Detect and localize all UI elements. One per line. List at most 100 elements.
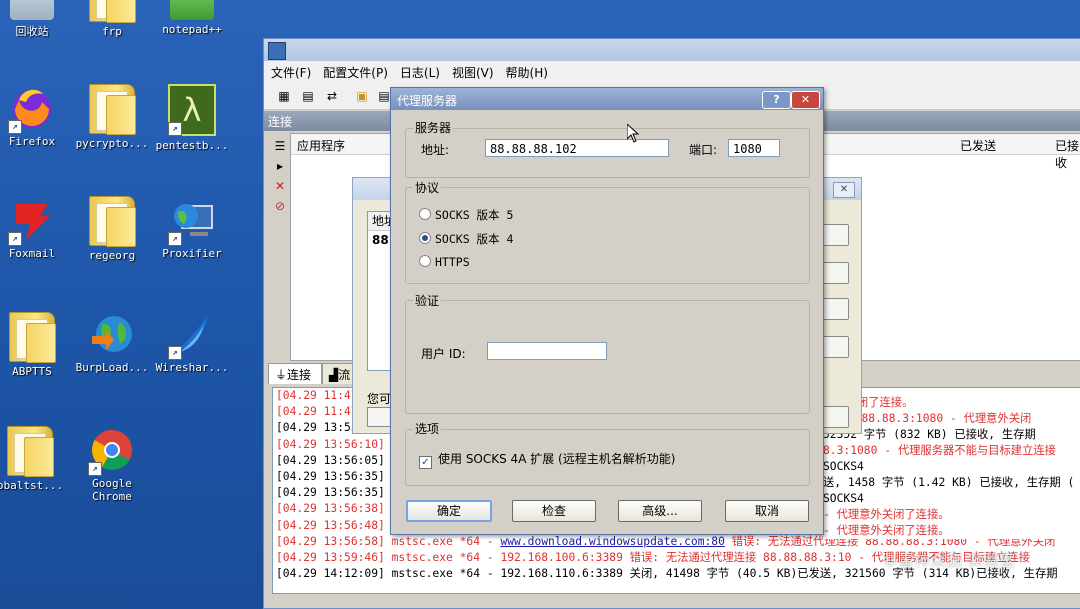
radio-button-icon: [419, 255, 431, 267]
column-header-sent[interactable]: 已发送: [960, 137, 996, 154]
foxmail-icon: ↗: [8, 196, 54, 246]
add-button[interactable]: [821, 224, 849, 246]
log-link[interactable]: www.download.windowsupdate.com:80: [500, 535, 724, 548]
desktop-icon-pycrypto[interactable]: pycrypto...: [72, 84, 152, 150]
radio-https[interactable]: HTTPS: [419, 255, 470, 269]
connection-actions: ☰ ▸ ✕ ⊘: [272, 139, 288, 219]
proxifier-icon: ↗: [168, 196, 214, 246]
desktop-icon-label: obaltst...: [0, 479, 64, 492]
userid-input[interactable]: [487, 342, 607, 360]
menu-log[interactable]: 日志(L): [393, 61, 445, 81]
log-line-tail: - 代理意外关闭了连接。: [823, 507, 1079, 523]
port-input[interactable]: 1080: [728, 139, 780, 157]
desktop-icon-firefox[interactable]: ↗ Firefox: [0, 84, 72, 148]
recycle-bin-icon: [10, 0, 54, 20]
radio-label: SOCKS 版本 5: [435, 208, 514, 222]
traffic-tab-icon: ▟: [329, 368, 339, 382]
desktop-icon-label: Proxifier: [162, 247, 222, 260]
remove-button[interactable]: [821, 298, 849, 320]
ok-button[interactable]: 确定: [406, 500, 492, 522]
address-input[interactable]: 88.88.88.102: [485, 139, 669, 157]
main-window-titlebar[interactable]: [264, 39, 1080, 61]
dialog-title: 代理服务器: [397, 94, 458, 108]
menu-view[interactable]: 视图(V): [445, 61, 499, 81]
protocol-group-label: 协议: [413, 179, 442, 196]
desktop-icon-foxmail[interactable]: ↗ Foxmail: [0, 196, 72, 260]
edit-button[interactable]: [821, 262, 849, 284]
folder-icon: [9, 312, 56, 363]
log-line-tail: 8.3:1080 - 代理服务器不能与目标建立连接: [823, 443, 1079, 459]
column-header-application[interactable]: 应用程序: [297, 137, 345, 154]
desktop-icon-abptts[interactable]: ABPTTS: [0, 312, 72, 378]
proxy-server-dialog: 代理服务器 ? ✕ 服务器 地址: 88.88.88.102 端口: 1080 …: [390, 87, 824, 535]
ok-button[interactable]: [821, 406, 849, 428]
radio-label: SOCKS 版本 4: [435, 232, 514, 246]
proxy-server-dialog-titlebar[interactable]: 代理服务器 ? ✕: [391, 88, 823, 110]
log-line-tail: SOCKS4: [823, 491, 1079, 507]
menu-profile[interactable]: 配置文件(P): [316, 61, 393, 81]
desktop-icon-cobaltstrike[interactable]: obaltst...: [0, 426, 70, 492]
watermark: ©雷神众测 实验室: [882, 551, 1016, 570]
list-view-icon[interactable]: ☰: [272, 139, 288, 157]
check-button[interactable]: [821, 336, 849, 358]
desktop-icon-recycle-bin[interactable]: 回收站: [0, 0, 72, 39]
desktop-icon-label: notepad++: [162, 23, 222, 36]
menu-file[interactable]: 文件(F): [264, 61, 316, 81]
desktop-icon-proxifier[interactable]: ↗ Proxifier: [152, 196, 232, 260]
desktop-icon-notepadpp[interactable]: notepad++: [152, 0, 232, 36]
desktop-icon-label: Wireshar...: [155, 361, 229, 374]
desktop-icon-label: BurpLoad...: [75, 361, 149, 374]
firefox-icon: ↗: [8, 84, 54, 134]
check-button[interactable]: 检查: [512, 500, 596, 522]
desktop-icon-frp[interactable]: frp: [72, 0, 152, 38]
radio-socks5[interactable]: SOCKS 版本 5: [419, 207, 513, 223]
cancel-button[interactable]: 取消: [725, 500, 809, 522]
rules-icon[interactable]: ▤: [300, 88, 316, 104]
log-line-tail: 送, 1458 字节 (1.42 KB) 已接收, 生存期 (: [823, 475, 1079, 491]
desktop-icon-label: Firefox: [8, 135, 56, 148]
options-group-label: 选项: [413, 420, 442, 437]
checkbox-label: 使用 SOCKS 4A 扩展 (远程主机名解析功能): [438, 452, 676, 466]
desktop-icon-wireshark[interactable]: ↗ Wireshar...: [152, 310, 232, 374]
desktop-icon-label: frp: [102, 25, 122, 38]
advanced-button[interactable]: 高级...: [618, 500, 702, 522]
folder-icon: [89, 84, 136, 135]
radio-label: HTTPS: [435, 255, 470, 269]
desktop-icon-pentestbox[interactable]: λ ↗ pentestb...: [152, 84, 232, 152]
folder-icon: [7, 426, 54, 477]
wireshark-fin-icon: ↗: [168, 310, 214, 360]
help-icon[interactable]: ?: [762, 91, 791, 109]
name-resolution-icon[interactable]: ⇄: [324, 88, 340, 104]
chrome-icon: ↗: [88, 426, 134, 476]
close-icon[interactable]: ✕: [791, 91, 820, 109]
close-connection-icon[interactable]: ✕: [272, 179, 288, 197]
server-group-label: 服务器: [413, 119, 454, 136]
profile-open-icon[interactable]: ▣: [354, 88, 370, 104]
connections-label: 连接: [268, 115, 293, 129]
menu-bar: 文件(F) 配置文件(P) 日志(L) 视图(V) 帮助(H): [264, 61, 1080, 83]
folder-icon: [89, 196, 136, 247]
desktop-icon-label: 回收站: [15, 25, 49, 38]
desktop-icon-chrome[interactable]: ↗ Google Chrome: [72, 426, 152, 503]
tab-connections[interactable]: ⏚连接: [268, 363, 322, 384]
proxy-servers-icon[interactable]: ▦: [276, 88, 292, 104]
socks4a-checkbox[interactable]: ✓ 使用 SOCKS 4A 扩展 (远程主机名解析功能): [419, 450, 675, 469]
close-icon[interactable]: ✕: [833, 182, 855, 198]
desktop-icon-label: pentestb...: [155, 139, 229, 152]
desktop-icon-burpload[interactable]: BurpLoad...: [72, 310, 152, 374]
proxifier-app-icon: [268, 42, 286, 60]
log-line-tail: SOCKS4: [823, 459, 1079, 475]
desktop-icon-label: regeorg: [88, 249, 136, 262]
menu-help[interactable]: 帮助(H): [499, 61, 553, 81]
port-label: 端口:: [689, 143, 718, 157]
desktop-icon-regeorg[interactable]: regeorg: [72, 196, 152, 262]
folder-icon: [89, 0, 136, 23]
radio-socks4[interactable]: SOCKS 版本 4: [419, 231, 513, 247]
burp-globe-icon: [90, 310, 134, 358]
address-label: 地址:: [421, 143, 450, 157]
log-line-tail: - 代理意外关闭了连接。: [823, 523, 1079, 539]
column-header-received[interactable]: 已接收: [1055, 137, 1080, 171]
lambda-icon: λ ↗: [168, 84, 216, 136]
arrow-right-icon[interactable]: ▸: [272, 159, 288, 177]
disconnect-icon[interactable]: ⊘: [272, 199, 288, 217]
